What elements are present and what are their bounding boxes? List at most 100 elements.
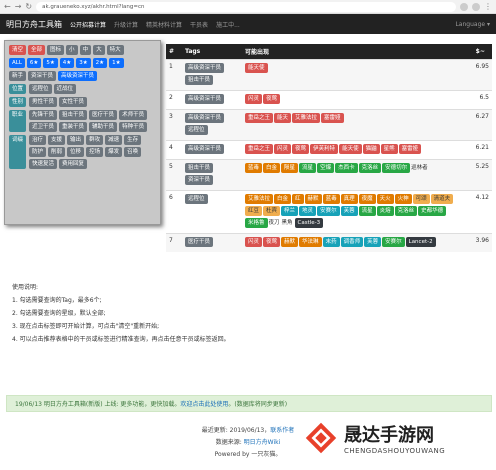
tag-defender[interactable]: 重装干员 <box>59 122 88 132</box>
menu-icon[interactable]: ⋮ <box>484 2 492 11</box>
tag-guard[interactable]: 近卫干员 <box>29 122 58 132</box>
operator-chip[interactable]: 克洛丝 <box>394 206 418 216</box>
operator-chip[interactable]: 白金 <box>274 194 292 204</box>
tag-survival[interactable]: 生存 <box>124 135 142 145</box>
operator-chip[interactable]: 炎熔 <box>376 206 394 216</box>
star-1-button[interactable]: 1★ <box>109 58 124 68</box>
tag-chip[interactable]: 资深干员 <box>185 175 214 185</box>
operator-chip[interactable]: 白金 <box>263 163 281 173</box>
tag-shift[interactable]: 位移 <box>67 147 85 157</box>
tag-medic[interactable]: 医疗干员 <box>89 110 118 120</box>
filter-icon[interactable]: 图标 <box>47 45 65 55</box>
nav-elite-material[interactable]: 精英材料计算 <box>146 20 182 29</box>
filter-medium[interactable]: 中 <box>79 45 92 55</box>
back-icon[interactable]: ← <box>4 2 11 11</box>
operator-chip[interactable]: 塞雷娅 <box>398 144 422 154</box>
operator-chip[interactable]: 芙蓉 <box>340 206 358 216</box>
star-2-button[interactable]: 2★ <box>92 58 108 68</box>
operator-chip[interactable]: 星熊 <box>380 144 398 154</box>
operator-chip[interactable]: 能天使 <box>339 144 362 154</box>
filter-all-names[interactable]: 全部 <box>28 45 46 55</box>
tag-chip[interactable]: 高级资深干员 <box>185 94 225 104</box>
operator-chip[interactable]: 芙蓉 <box>364 237 382 247</box>
operator-chip[interactable]: 闪灵 <box>245 94 263 104</box>
nav-wip[interactable]: 施工中... <box>216 20 240 29</box>
operator-chip[interactable]: 天火 <box>376 194 394 204</box>
operator-chip[interactable]: 真理 <box>340 194 358 204</box>
language-dropdown[interactable]: Language ▾ <box>455 21 490 28</box>
contact-link[interactable]: 联系作者 <box>270 427 294 434</box>
alert-link[interactable]: 欢迎点击此处使用 <box>180 399 228 408</box>
operator-chip[interactable]: 安赛尔 <box>382 237 405 247</box>
star-6-button[interactable]: 6★ <box>26 58 42 68</box>
profile-icon[interactable] <box>472 2 480 11</box>
operator-chip[interactable]: 空爆 <box>317 163 335 173</box>
tag-dp-recovery[interactable]: 费用回复 <box>59 159 88 169</box>
tag-chip[interactable]: 高级资深干员 <box>185 144 225 154</box>
tag-summon[interactable]: 召唤 <box>124 147 142 157</box>
tag-fast-redeploy[interactable]: 快速复活 <box>29 159 58 169</box>
operator-chip[interactable]: 米格鲁 <box>245 218 268 228</box>
operator-chip[interactable]: 华法琳 <box>299 237 322 247</box>
operator-chip[interactable]: 蓝毒 <box>245 163 263 173</box>
tag-melee[interactable]: 近战位 <box>53 84 77 94</box>
tag-ranged[interactable]: 远程位 <box>29 84 52 94</box>
star-5-button[interactable]: 5★ <box>43 58 58 68</box>
operator-chip[interactable]: 闪灵 <box>274 144 292 154</box>
operator-chip[interactable]: 闪灵 <box>245 237 263 247</box>
tag-dps[interactable]: 输出 <box>67 135 85 145</box>
operator-chip[interactable]: 赫默 <box>281 237 299 247</box>
tag-male[interactable]: 男性干员 <box>29 97 58 107</box>
operator-chip[interactable]: 安赛尔 <box>317 206 340 216</box>
operator-chip[interactable]: Lancet-2 <box>405 237 436 247</box>
operator-chip[interactable]: Castle-3 <box>294 218 324 228</box>
tag-specialist[interactable]: 特种干员 <box>119 122 148 132</box>
operator-chip[interactable]: 杜宾 <box>263 206 281 216</box>
tag-starter[interactable]: 新手 <box>9 71 27 81</box>
reload-icon[interactable]: ↻ <box>25 2 32 11</box>
operator-chip[interactable]: 黑角 <box>282 218 293 226</box>
tag-chip[interactable]: 狙击干员 <box>185 75 214 85</box>
tag-aoe[interactable]: 群攻 <box>86 135 104 145</box>
operator-chip[interactable]: 地灵 <box>299 206 317 216</box>
operator-chip[interactable]: 杰西卡 <box>335 163 358 173</box>
filter-small[interactable]: 小 <box>66 45 78 55</box>
source-link[interactable]: 明日方舟Wiki <box>244 439 281 446</box>
tag-senior[interactable]: 资深干员 <box>28 71 57 81</box>
operator-chip[interactable]: 蓝毒 <box>322 194 340 204</box>
tag-chip[interactable]: 高级资深干员 <box>185 63 225 73</box>
tag-defense[interactable]: 防护 <box>29 147 47 157</box>
operator-chip[interactable]: 调香师 <box>340 237 364 247</box>
clear-button[interactable]: 清空 <box>9 45 27 55</box>
operator-chip[interactable]: 巡林者 <box>411 163 428 171</box>
operator-chip[interactable]: 塞雷娅 <box>321 113 344 123</box>
filter-large[interactable]: 大 <box>93 45 105 55</box>
operator-chip[interactable]: 梓兰 <box>281 206 299 216</box>
operator-chip[interactable]: 末药 <box>322 237 340 247</box>
operator-chip[interactable]: 可颂 <box>412 194 430 204</box>
filter-xlarge[interactable]: 特大 <box>106 45 124 55</box>
tag-chip[interactable]: 远程位 <box>185 125 208 135</box>
nav-recruit[interactable]: 公开招募计算 <box>70 20 106 29</box>
operator-chip[interactable]: 赫默 <box>304 194 322 204</box>
tag-female[interactable]: 女性干员 <box>59 97 88 107</box>
operator-chip[interactable]: 夜莺 <box>292 144 310 154</box>
tag-debuff[interactable]: 削弱 <box>48 147 66 157</box>
tag-top-senior[interactable]: 高级资深干员 <box>58 71 98 81</box>
operator-chip[interactable]: 猫鼬 <box>362 144 380 154</box>
tag-vanguard[interactable]: 先锋干员 <box>29 110 58 120</box>
nav-upgrade[interactable]: 升级计算 <box>114 20 138 29</box>
operator-chip[interactable]: 陨星 <box>281 163 299 173</box>
operator-chip[interactable]: 安德切尔 <box>382 163 411 173</box>
star-4-button[interactable]: 4★ <box>59 58 75 68</box>
operator-chip[interactable]: 清道夫 <box>430 194 454 204</box>
star-all-button[interactable]: ALL <box>9 58 25 68</box>
operator-chip[interactable]: 克洛丝 <box>358 163 382 173</box>
operator-chip[interactable]: 火神 <box>394 194 412 204</box>
operator-chip[interactable]: 夜莺 <box>263 237 281 247</box>
tag-caster[interactable]: 术师干员 <box>119 110 148 120</box>
operator-chip[interactable]: 史都华德 <box>418 206 447 216</box>
operator-chip[interactable]: 能天使 <box>245 63 268 73</box>
forward-icon[interactable]: → <box>15 2 22 11</box>
tag-support[interactable]: 支援 <box>48 135 66 145</box>
